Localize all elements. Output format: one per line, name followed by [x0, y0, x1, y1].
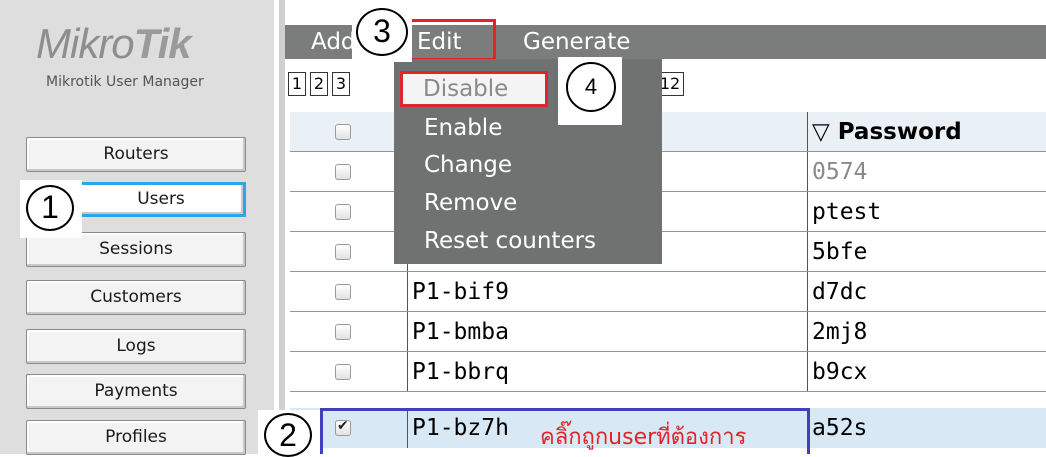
edit-highlight-box: [408, 19, 496, 61]
row-checkbox-cell: [290, 312, 408, 351]
mikrotik-logo: MikroTik: [36, 20, 192, 67]
step-3-marker: 3: [356, 8, 408, 56]
menu-item-change[interactable]: Change: [424, 149, 512, 181]
instruction-annotation: คลิ๊กถูกuserที่ต้องการ: [540, 425, 747, 450]
sidebar-item-routers[interactable]: Routers: [26, 137, 246, 172]
row-checkbox-cell: [290, 352, 408, 391]
row-checkbox-cell: [290, 272, 408, 311]
select-all-checkbox[interactable]: [335, 124, 351, 140]
row-checkbox[interactable]: [335, 284, 351, 300]
add-button[interactable]: Add: [311, 25, 356, 59]
row-checkbox-cell: [290, 232, 408, 271]
sidebar-item-users[interactable]: Users: [76, 182, 246, 217]
password-cell: 5bfe: [812, 239, 868, 265]
password-cell: a52s: [812, 415, 868, 441]
password-cell: ptest: [812, 199, 882, 225]
menu-item-reset-counters[interactable]: Reset counters: [424, 225, 596, 257]
sidebar-item-payments[interactable]: Payments: [26, 374, 246, 409]
sidebar-item-logs[interactable]: Logs: [26, 329, 246, 364]
table-row[interactable]: P1-bif9 d7dc: [290, 272, 1046, 312]
username-cell: P1-bbrq: [408, 352, 808, 391]
menu-item-enable[interactable]: Enable: [424, 112, 502, 144]
sidebar-item-customers[interactable]: Customers: [26, 280, 246, 315]
username-cell: P1-bmba: [408, 312, 808, 351]
page-3-button[interactable]: 3: [332, 72, 350, 96]
step-1-marker: 1: [26, 185, 74, 231]
sidebar-divider-shadow: [279, 0, 285, 454]
step-4-marker: 4: [566, 62, 616, 112]
password-cell: 0574: [812, 159, 868, 185]
row-checkbox-cell: [290, 192, 408, 231]
password-cell: 2mj8: [812, 319, 868, 345]
row-checkbox[interactable]: [335, 164, 351, 180]
row-checkbox-cell: [290, 152, 408, 191]
page-1-button[interactable]: 1: [288, 72, 306, 96]
row-checkbox[interactable]: [335, 324, 351, 340]
page-2-button[interactable]: 2: [310, 72, 328, 96]
row-checkbox[interactable]: [335, 244, 351, 260]
step-2-marker: 2: [264, 413, 312, 457]
row-checkbox[interactable]: [335, 204, 351, 220]
password-column-header[interactable]: ▽ Password: [808, 112, 1046, 151]
table-row[interactable]: P1-bbrq b9cx: [290, 352, 1046, 392]
menu-item-disable[interactable]: Disable: [400, 71, 548, 107]
password-cell: b9cx: [812, 359, 868, 385]
password-cell: d7dc: [812, 279, 868, 305]
app-subtitle: Mikrotik User Manager: [46, 74, 204, 90]
table-row[interactable]: P1-bmba 2mj8: [290, 312, 1046, 352]
username-cell: P1-bif9: [408, 272, 808, 311]
row-checkbox[interactable]: [335, 364, 351, 380]
sidebar-item-profiles[interactable]: Profiles: [26, 420, 246, 455]
header-checkbox-cell: [290, 112, 408, 151]
menu-item-remove[interactable]: Remove: [424, 187, 517, 219]
generate-button[interactable]: Generate: [523, 25, 630, 59]
